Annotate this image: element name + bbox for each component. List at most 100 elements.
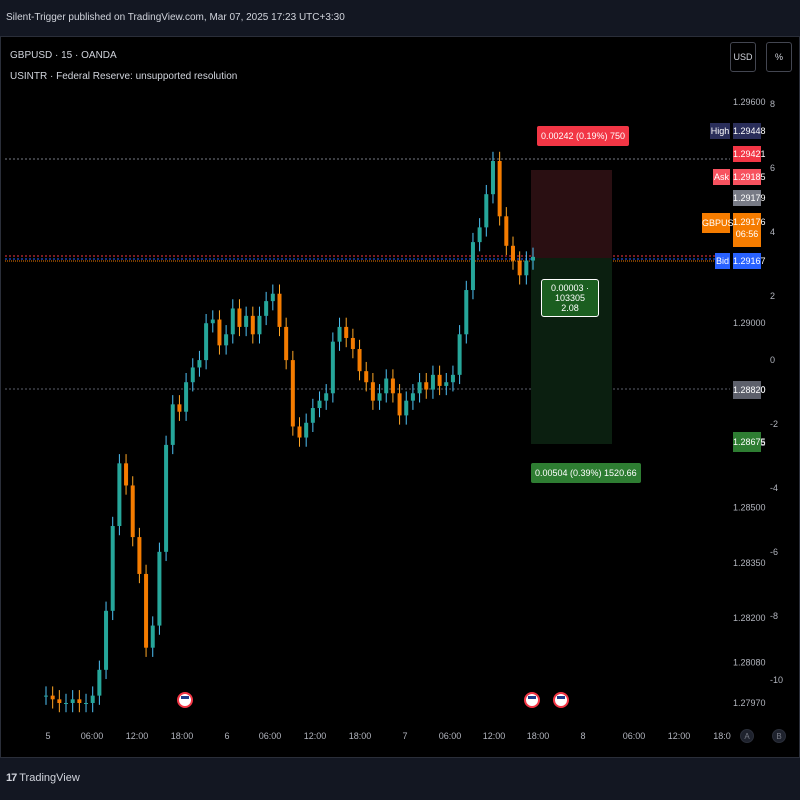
high-tag: High bbox=[710, 123, 730, 139]
bid-tag: Bid bbox=[715, 253, 730, 269]
bid-value: 1.29167 bbox=[733, 253, 766, 269]
secondary-tick: -8 bbox=[770, 611, 778, 621]
time-tick: 18:00 bbox=[349, 731, 372, 741]
entry-label[interactable]: 0.00003 · 103305 2.08 bbox=[541, 279, 599, 317]
price-tick: 1.29000 bbox=[733, 318, 766, 328]
candle-body bbox=[457, 334, 462, 375]
candle-body bbox=[424, 382, 429, 390]
candle-body bbox=[477, 227, 482, 243]
candle-body bbox=[277, 293, 282, 327]
ask-tag: Ask bbox=[713, 169, 730, 185]
candle-body bbox=[90, 695, 95, 703]
secondary-tick: -2 bbox=[770, 419, 778, 429]
candle-body bbox=[250, 315, 255, 335]
time-tick: 12:00 bbox=[126, 731, 149, 741]
log-scale-button[interactable]: B bbox=[772, 729, 786, 743]
candle-body bbox=[330, 341, 335, 394]
bar-countdown: 06:56 bbox=[735, 229, 759, 239]
time-tick: 06:00 bbox=[623, 731, 646, 741]
candle-body bbox=[337, 326, 342, 342]
candle-body bbox=[517, 260, 522, 276]
price-axis: 1.29600 1.29000 1.28820 1.28675 1.28500 1.283… bbox=[733, 97, 766, 708]
current-price: 1.29176 06:56 bbox=[733, 213, 766, 247]
candle-body bbox=[50, 695, 55, 700]
candle-body bbox=[177, 404, 182, 412]
tradingview-logo-icon: 17 bbox=[6, 772, 17, 784]
entry-price-value: 1.28820 bbox=[733, 381, 766, 399]
footer-bar: 17 TradingView bbox=[0, 758, 800, 800]
secondary-tick: -4 bbox=[770, 483, 778, 493]
candle-body bbox=[184, 382, 189, 412]
candle-body bbox=[484, 194, 489, 228]
candle-body bbox=[370, 382, 375, 401]
price-tick: 1.28500 bbox=[733, 503, 766, 513]
price-tick: 1.29600 bbox=[733, 97, 766, 107]
entry-label-ratio: 2.08 bbox=[561, 303, 579, 313]
us-flag-icon[interactable] bbox=[177, 692, 193, 708]
candle-body bbox=[510, 245, 515, 261]
candle-body bbox=[417, 382, 422, 394]
us-flag-icon[interactable] bbox=[524, 692, 540, 708]
high-value: 1.29448 bbox=[733, 123, 766, 139]
candle-body bbox=[344, 326, 349, 338]
us-flag-icon[interactable] bbox=[553, 692, 569, 708]
secondary-tick: 4 bbox=[770, 227, 775, 237]
current-value: 1.29176 bbox=[733, 217, 766, 227]
secondary-tick: 0 bbox=[770, 355, 775, 365]
candle-body bbox=[257, 315, 262, 335]
secondary-tick: 6 bbox=[770, 163, 775, 173]
candle-body bbox=[230, 308, 235, 335]
tradingview-logo[interactable]: 17 TradingView bbox=[6, 772, 80, 784]
candle-body bbox=[237, 308, 242, 327]
candle-body bbox=[70, 699, 75, 703]
flag-stripe bbox=[181, 696, 189, 699]
gray-value: 1.29179 bbox=[733, 190, 766, 206]
time-tick: 18:00 bbox=[171, 731, 194, 741]
candle-body bbox=[64, 703, 69, 704]
percent-button[interactable]: % bbox=[766, 42, 792, 72]
time-tick: 18:0 bbox=[713, 731, 731, 741]
candle-body bbox=[224, 334, 229, 346]
time-axis: 5 06:00 12:00 18:00 6 06:00 12:00 18:00 7 06:00 12… bbox=[45, 731, 730, 741]
entry-label-qty: 0.00003 · 103305 bbox=[550, 283, 590, 303]
candle-body bbox=[437, 374, 442, 386]
candle-body bbox=[470, 242, 475, 291]
price-chart[interactable]: 1.29600 1.29000 1.28820 1.28675 1.28500 1.283… bbox=[0, 0, 800, 800]
price-tick: 1.28200 bbox=[733, 613, 766, 623]
candle-body bbox=[110, 526, 115, 611]
candle-body bbox=[497, 160, 502, 217]
indicator-legend[interactable]: USINTR · Federal Reserve: unsupported re… bbox=[10, 71, 237, 82]
candle-body bbox=[164, 444, 169, 552]
candle-body bbox=[117, 463, 122, 527]
stop-label[interactable]: 0.00242 (0.19%) 750 bbox=[537, 126, 630, 146]
candle-body bbox=[390, 378, 395, 394]
time-tick: 06:00 bbox=[259, 731, 282, 741]
price-tick: 1.28080 bbox=[733, 657, 766, 667]
target-price-value: 1.28675 bbox=[733, 432, 766, 452]
candle-body bbox=[297, 426, 302, 438]
candle-body bbox=[444, 382, 449, 386]
candle-body bbox=[464, 290, 469, 335]
target-label[interactable]: 0.00504 (0.39%) 1520.66 bbox=[531, 463, 641, 483]
auto-scale-button[interactable]: A bbox=[740, 729, 754, 743]
candle-body bbox=[364, 371, 369, 383]
time-tick: 18:00 bbox=[527, 731, 550, 741]
candle-body bbox=[384, 378, 389, 394]
candle-body bbox=[324, 393, 329, 401]
candle-body bbox=[137, 537, 142, 574]
candle-body bbox=[244, 315, 249, 327]
time-tick: 8 bbox=[580, 731, 585, 741]
candle-body bbox=[404, 400, 409, 416]
time-tick: 12:00 bbox=[483, 731, 506, 741]
candle-body bbox=[531, 256, 535, 261]
secondary-tick: -6 bbox=[770, 547, 778, 557]
candle-body bbox=[44, 695, 48, 697]
currency-button[interactable]: USD bbox=[730, 42, 756, 72]
candle-body bbox=[204, 323, 209, 361]
candle-body bbox=[217, 319, 222, 346]
candle-body bbox=[317, 400, 322, 409]
candle-body bbox=[170, 404, 175, 445]
symbol-legend[interactable]: GBPUSD · 15 · OANDA bbox=[10, 50, 117, 61]
time-tick: 5 bbox=[45, 731, 50, 741]
candles bbox=[44, 151, 569, 713]
